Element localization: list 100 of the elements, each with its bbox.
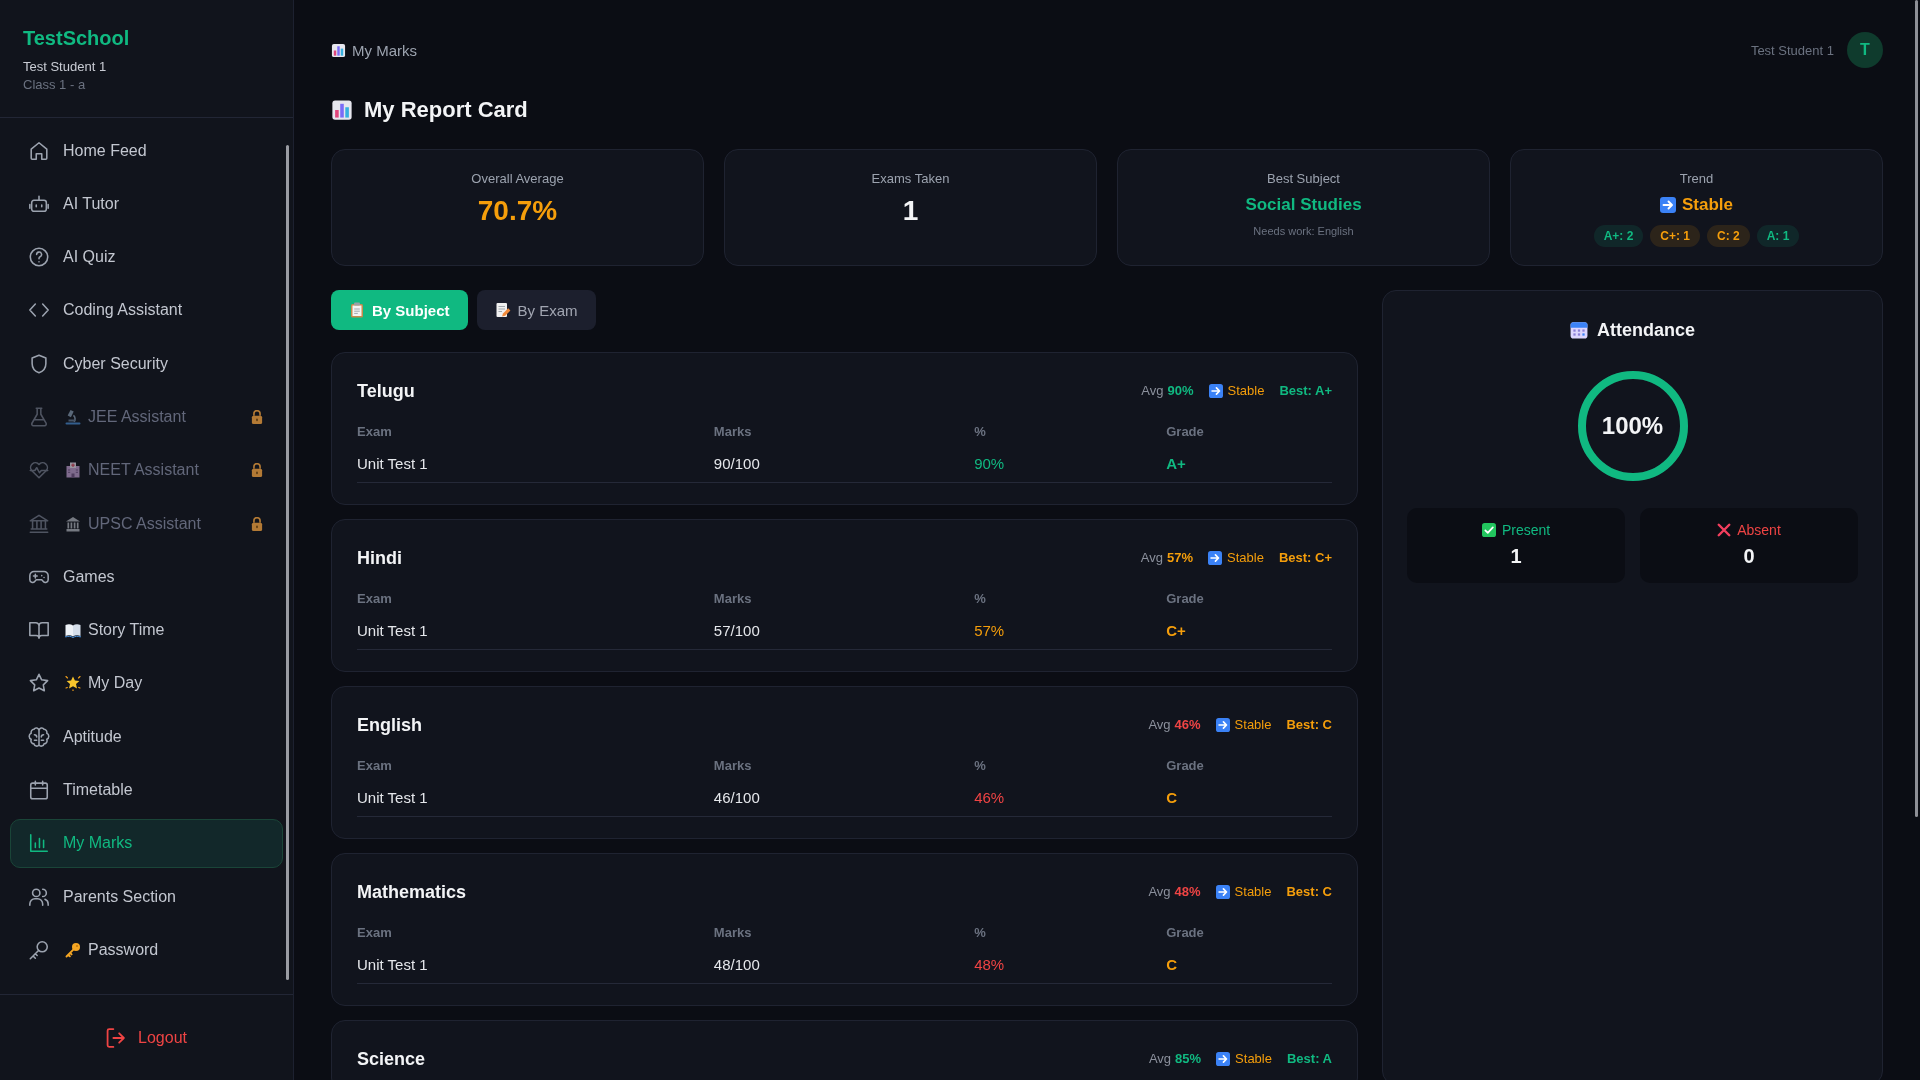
stat-label: Overall Average [471,170,564,188]
column-header: % [974,422,1167,444]
trend-label: Stable [1234,717,1272,733]
grade-count-badge: A: 1 [1756,225,1800,247]
column-header: Grade [1166,590,1205,608]
bar-chart-icon [331,42,346,58]
table-cell: Unit Test 1 [357,611,714,650]
nav-item[interactable]: Password [10,925,283,975]
count-value: 0 [1743,544,1755,568]
page-title: My Report Card [364,97,528,123]
nav-item[interactable]: AI Quiz [10,232,283,282]
best-grade: Best: C [1286,717,1332,733]
grade-count-badge: A+: 2 [1593,225,1644,247]
nav-item[interactable]: My Marks [10,818,283,868]
nav-item[interactable]: Cyber Security [10,339,283,389]
stat-note: Needs work: English [1253,224,1354,238]
table-cell: C+ [1166,611,1332,650]
book-icon [28,619,50,642]
nav-item[interactable]: My Day [10,658,283,708]
stat-value: 1 [902,194,919,228]
table-cell: A+ [1166,444,1332,483]
nav-item[interactable]: AI Tutor [10,179,283,229]
table-cell: Unit Test 1 [357,778,714,817]
best-grade: Best: A [1286,1051,1332,1067]
bar-chart-icon [28,832,50,855]
right-arrow-icon [1215,885,1230,899]
bar-chart-icon [331,99,353,121]
scrollbar-thumb[interactable] [286,145,289,980]
users-icon [28,885,50,908]
nav-item[interactable]: Home Feed [10,126,283,175]
average-value: 90% [1167,383,1194,399]
stat-label: Exams Taken [871,170,950,188]
count-label: Absent [1737,521,1781,539]
logout-button[interactable]: Logout [100,1023,193,1052]
school-name: TestSchool [23,26,130,50]
subject-title: Telugu [357,381,415,401]
stat-value: Social Studies [1245,194,1362,216]
star-icon [28,672,50,695]
subject-title: English [357,715,422,735]
breadcrumb-item[interactable]: My Marks [352,41,417,59]
column-header: % [974,923,1167,945]
trend-label: Stable [1234,884,1272,900]
average-value: 85% [1175,1051,1202,1067]
key-icon [65,941,81,958]
average-value: 46% [1174,717,1201,733]
column-header: Marks [713,923,975,945]
average-value: 48% [1174,884,1201,900]
panel-title: Attendance [1597,319,1695,341]
lock-icon [251,463,263,478]
column-header: Marks [713,756,975,778]
hospital-icon [65,462,81,479]
tab[interactable]: By Exam [476,290,596,330]
nav-item[interactable]: Timetable [10,765,283,815]
table-cell: 57/100 [713,611,975,650]
average-label: Avg [1148,717,1171,733]
nav-item[interactable]: Story Time [10,605,283,655]
column-header: Exam [357,923,714,945]
clipboard-icon [349,302,365,318]
right-arrow-icon [1216,1052,1231,1066]
subject-title: Mathematics [357,882,467,902]
user-name: Test Student 1 [1750,42,1834,58]
column-header: % [974,589,1167,611]
column-header: Exam [357,589,714,611]
average-value: 57% [1167,550,1193,566]
right-arrow-icon [1660,197,1676,213]
average-label: Avg [1140,550,1163,566]
count-value: 1 [1510,544,1522,568]
average-label: Avg [1148,1051,1172,1067]
best-grade: Best: C [1286,884,1332,900]
column-header: Grade [1166,757,1205,775]
flask-icon [28,406,50,428]
columned-building-icon [65,515,81,532]
nav-item[interactable]: Aptitude [10,712,283,762]
nav-item[interactable]: Parents Section [10,872,283,922]
key-icon [28,938,50,961]
table-cell: Unit Test 1 [357,945,714,984]
table-cell: 46/100 [713,778,975,817]
table-cell: 48/100 [713,945,975,984]
table-cell: C [1166,778,1332,817]
student-name: Test Student 1 [23,58,107,76]
table-cell: 90% [974,444,1167,483]
column-header: Grade [1166,924,1205,942]
user-avatar[interactable]: T [1847,32,1883,68]
right-arrow-icon [1208,384,1223,398]
column-header: % [974,756,1167,778]
nav-item[interactable]: Games [10,552,283,602]
home-icon [28,139,50,162]
trend-label: Stable [1235,1051,1272,1067]
scrollbar-thumb[interactable] [1915,0,1918,817]
cross-icon [1717,523,1732,537]
column-header: Grade [1166,423,1205,441]
check-box-icon [1481,523,1496,537]
table-cell: 90/100 [713,444,975,483]
microscope-icon [65,409,81,425]
right-arrow-icon [1215,718,1230,732]
class-name: Class 1 - a [23,76,86,94]
subject-title: Hindi [357,548,402,568]
nav-item[interactable]: Coding Assistant [10,285,283,335]
lock-icon [251,516,263,531]
ring-reading: 100% [1601,412,1664,440]
